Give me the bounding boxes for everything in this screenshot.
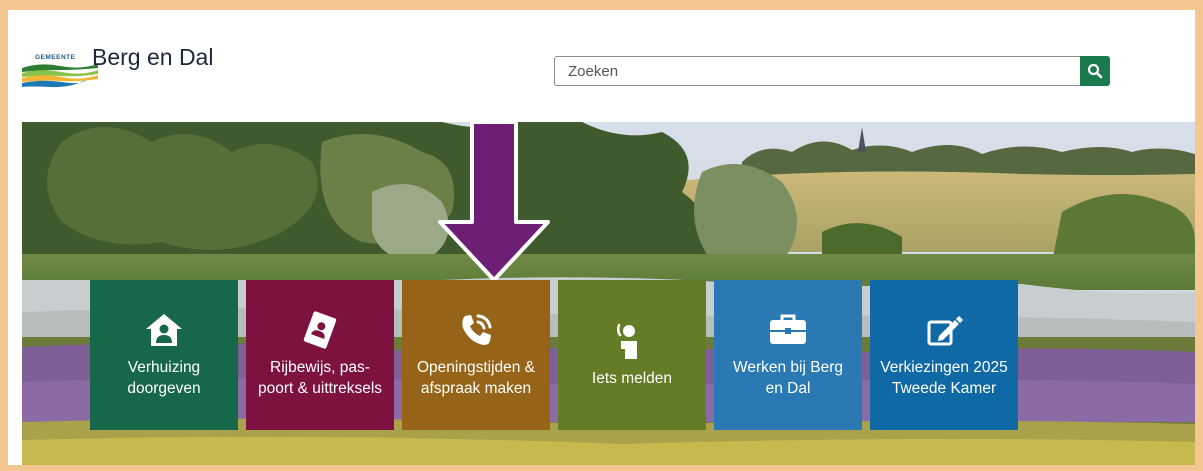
page-frame: GEMEENTE Berg en Dal Zoeken Verhuizing d…	[8, 10, 1195, 465]
tile-label: Rijbewijs, pas-poort & uittreksels	[257, 359, 383, 397]
tile-rijbewijs[interactable]: Rijbewijs, pas-poort & uittreksels	[246, 280, 394, 430]
tile-verhuizing[interactable]: Verhuizing doorgeven	[90, 280, 238, 430]
search-input[interactable]	[554, 56, 1080, 86]
tile-label: Verkiezingen 2025 Tweede Kamer	[880, 359, 1008, 397]
tile-werken[interactable]: Werken bij Berg en Dal	[714, 280, 862, 430]
hero-banner: Verhuizing doorgeven Rijbewijs, pas-poor…	[22, 122, 1195, 465]
tile-label: Verhuizing doorgeven	[127, 359, 201, 397]
search-bar	[554, 56, 1112, 88]
id-book-icon	[303, 311, 337, 349]
logo-name-text: Berg en Dal	[92, 44, 214, 70]
briefcase-icon	[770, 314, 806, 344]
house-person-icon	[146, 314, 182, 346]
tile-iets-melden[interactable]: Iets melden	[558, 280, 706, 430]
tile-verkiezingen[interactable]: Verkiezingen 2025 Tweede Kamer	[870, 280, 1018, 430]
down-arrow-annotation-icon	[438, 122, 550, 282]
logo-waves-icon	[22, 64, 98, 88]
person-speech-icon	[616, 323, 637, 359]
pencil-square-icon	[927, 316, 963, 346]
phone-icon	[462, 314, 492, 345]
logo[interactable]: GEMEENTE Berg en Dal	[20, 44, 220, 106]
tile-label: Iets melden	[591, 369, 673, 387]
logo-gemeente-text: GEMEENTE	[35, 54, 76, 61]
tile-openingstijden[interactable]: Openingstijden & afspraak maken	[402, 280, 550, 430]
tile-label: Werken bij Berg en Dal	[733, 359, 843, 397]
search-icon	[1087, 63, 1103, 79]
search-button[interactable]	[1080, 56, 1110, 86]
tile-label: Openingstijden & afspraak maken	[416, 359, 536, 397]
header: GEMEENTE Berg en Dal	[8, 10, 1195, 122]
